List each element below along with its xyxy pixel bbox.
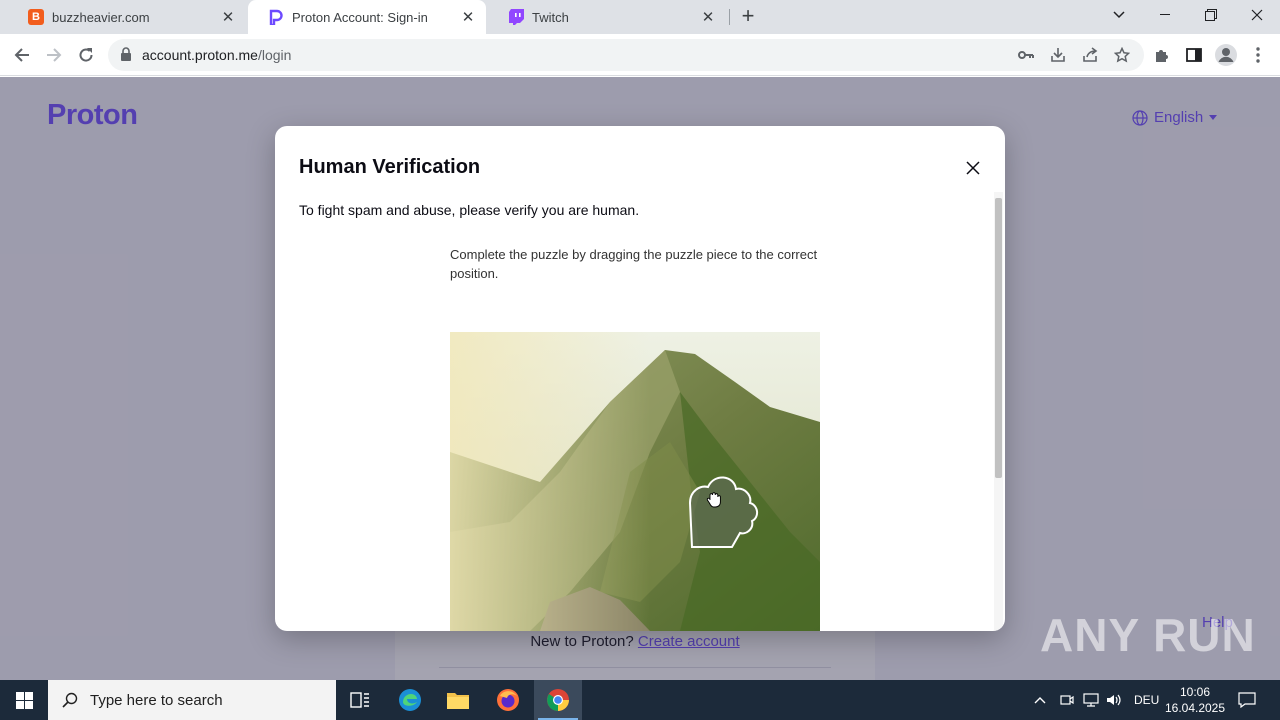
meet-now-icon[interactable] (1060, 680, 1074, 720)
twitch-favicon-icon (508, 9, 524, 25)
browser-tab-strip: B buzzheavier.com ✕ Proton Account: Sign… (0, 0, 1280, 34)
taskbar-file-explorer[interactable] (434, 680, 482, 720)
dialog-scrollbar-thumb[interactable] (995, 198, 1002, 478)
tab-proton-signin[interactable]: Proton Account: Sign-in ✕ (248, 0, 486, 34)
network-icon[interactable] (1083, 680, 1099, 720)
task-view-button[interactable] (336, 680, 384, 720)
tab-title: Twitch (532, 9, 569, 25)
clock-date: 16.04.2025 (1164, 701, 1226, 715)
taskbar-search-box[interactable]: Type here to search (48, 680, 336, 720)
taskbar-edge[interactable] (386, 680, 434, 720)
forward-button[interactable] (40, 41, 68, 69)
extensions-puzzle-icon[interactable] (1148, 41, 1176, 69)
tab-buzzheavier[interactable]: B buzzheavier.com ✕ (8, 0, 246, 34)
minimize-button[interactable] (1142, 0, 1188, 30)
close-dialog-button[interactable] (961, 156, 985, 180)
tab-title: buzzheavier.com (52, 9, 150, 25)
browser-toolbar: account.proton.me/login (0, 34, 1280, 76)
windows-taskbar: Type here to search DEU 10:06 16.04.2025 (0, 680, 1280, 720)
notifications-icon[interactable] (1238, 680, 1256, 720)
close-window-button[interactable] (1234, 0, 1280, 30)
profile-avatar-icon[interactable] (1212, 41, 1240, 69)
close-tab-icon[interactable]: ✕ (700, 8, 716, 26)
dialog-title: Human Verification (299, 156, 481, 178)
url-text: account.proton.me/login (142, 47, 292, 63)
task-view-icon (350, 692, 369, 708)
folder-icon (447, 693, 469, 709)
restore-button[interactable] (1188, 0, 1234, 30)
install-app-icon[interactable] (1044, 41, 1072, 69)
back-button[interactable] (8, 41, 36, 69)
edge-icon (399, 689, 421, 711)
show-hidden-icons-chevron-up-icon[interactable] (1034, 680, 1046, 720)
tab-search-chevron-down-icon[interactable] (1096, 0, 1142, 30)
close-icon (966, 161, 980, 175)
proton-favicon-icon (268, 9, 284, 25)
taskbar-clock[interactable]: 10:06 16.04.2025 (1160, 684, 1230, 716)
human-verification-dialog: Human Verification To fight spam and abu… (275, 126, 1005, 631)
anyrun-watermark: ANY RUN (1040, 609, 1256, 661)
tab-title: Proton Account: Sign-in (292, 9, 428, 25)
browser-menu-icon[interactable] (1244, 41, 1272, 69)
bookmark-star-icon[interactable] (1108, 41, 1136, 69)
input-language-indicator[interactable]: DEU (1134, 680, 1159, 720)
puzzle-instruction: Complete the puzzle by dragging the puzz… (450, 247, 818, 281)
share-icon[interactable] (1076, 41, 1104, 69)
tab-separator (729, 9, 730, 25)
taskbar-firefox[interactable] (484, 680, 532, 720)
password-key-icon[interactable] (1012, 41, 1040, 69)
buzzheavier-favicon-icon: B (28, 9, 44, 25)
address-bar[interactable]: account.proton.me/login (108, 39, 1144, 71)
new-tab-button[interactable]: + (737, 5, 759, 29)
tab-twitch[interactable]: Twitch ✕ (488, 0, 726, 34)
search-placeholder: Type here to search (90, 691, 223, 709)
windows-logo-icon (15, 691, 33, 709)
captcha-puzzle-image[interactable] (450, 332, 820, 631)
clock-time: 10:06 (1179, 685, 1211, 699)
close-tab-icon[interactable]: ✕ (220, 8, 236, 26)
chrome-icon (547, 689, 569, 711)
volume-icon[interactable] (1106, 680, 1122, 720)
reload-button[interactable] (72, 41, 100, 69)
lock-icon[interactable] (120, 47, 132, 66)
close-tab-icon[interactable]: ✕ (460, 8, 476, 26)
mountain-image (450, 332, 820, 631)
dialog-subtitle: To fight spam and abuse, please verify y… (299, 202, 640, 218)
start-button[interactable] (0, 680, 48, 720)
taskbar-chrome[interactable] (534, 680, 582, 720)
firefox-icon (497, 689, 519, 711)
side-panel-icon[interactable] (1180, 41, 1208, 69)
search-icon (62, 692, 78, 708)
